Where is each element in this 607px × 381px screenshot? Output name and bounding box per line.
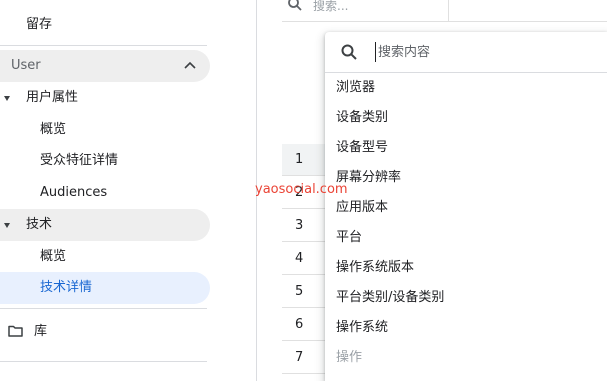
dropdown-option[interactable]: 操作系统版本 <box>325 253 607 283</box>
table-header-divider <box>282 21 607 22</box>
table-row-number: 6 <box>282 309 326 341</box>
sidebar-divider <box>0 361 207 362</box>
sidebar-item-audiences[interactable]: Audiences <box>40 185 107 201</box>
user-section-label: User <box>11 58 41 73</box>
sidebar-nav: 留存 User 用户属性 概览 受众特征详情 Audiences 技术 概览 技… <box>0 0 257 381</box>
folder-icon <box>8 325 23 337</box>
sidebar-item-tech[interactable]: 技术 <box>26 217 52 233</box>
sidebar-item-user-attr-overview[interactable]: 概览 <box>40 122 66 138</box>
sidebar-divider <box>0 45 207 46</box>
search-icon <box>341 44 357 60</box>
chevron-up-icon[interactable] <box>184 61 196 69</box>
table-column-divider <box>448 0 449 22</box>
dropdown-search-bar <box>325 32 607 73</box>
table-row-number: 3 <box>282 210 326 242</box>
dimension-picker-dropdown: 浏览器 设备类别 设备型号 屏幕分辨率 应用版本 平台 操作系统版本 平台类别/… <box>325 32 607 381</box>
dropdown-option[interactable]: 操作系统 <box>325 313 607 343</box>
sidebar-item-tech-details[interactable]: 技术详情 <box>40 280 92 296</box>
sidebar-item-user-attributes[interactable]: 用户属性 <box>26 90 78 106</box>
expand-triangle-icon[interactable] <box>4 96 10 101</box>
dropdown-option[interactable]: 屏幕分辨率 <box>325 163 607 193</box>
dropdown-option[interactable]: 浏览器 <box>325 73 607 103</box>
dropdown-option[interactable]: 设备类别 <box>325 103 607 133</box>
dropdown-search-input[interactable] <box>375 42 598 62</box>
table-row-number: 4 <box>282 243 326 275</box>
expand-triangle-icon[interactable] <box>4 223 10 228</box>
sidebar-item-tech-overview[interactable]: 概览 <box>40 249 66 265</box>
sidebar-item-library[interactable]: 库 <box>34 324 47 340</box>
sidebar-item-retention[interactable]: 留存 <box>26 17 52 33</box>
search-icon <box>288 0 302 11</box>
dropdown-option[interactable]: 设备型号 <box>325 133 607 163</box>
dropdown-option[interactable]: 应用版本 <box>325 193 607 223</box>
dropdown-option[interactable]: 操作 <box>325 343 607 373</box>
table-row-number: 1 <box>282 144 326 176</box>
dropdown-option[interactable]: 平台 <box>325 223 607 253</box>
watermark-text: yaosocial.com <box>255 182 348 197</box>
table-row-number: 7 <box>282 342 326 374</box>
sidebar-item-audience-details[interactable]: 受众特征详情 <box>40 153 118 169</box>
table-row-number: 5 <box>282 276 326 308</box>
dropdown-option[interactable]: 平台类别/设备类别 <box>325 283 607 313</box>
sidebar-divider <box>0 308 207 309</box>
table-search-input[interactable]: 搜索... <box>313 0 348 14</box>
sidebar-item-tech-details-selected[interactable] <box>0 272 210 304</box>
